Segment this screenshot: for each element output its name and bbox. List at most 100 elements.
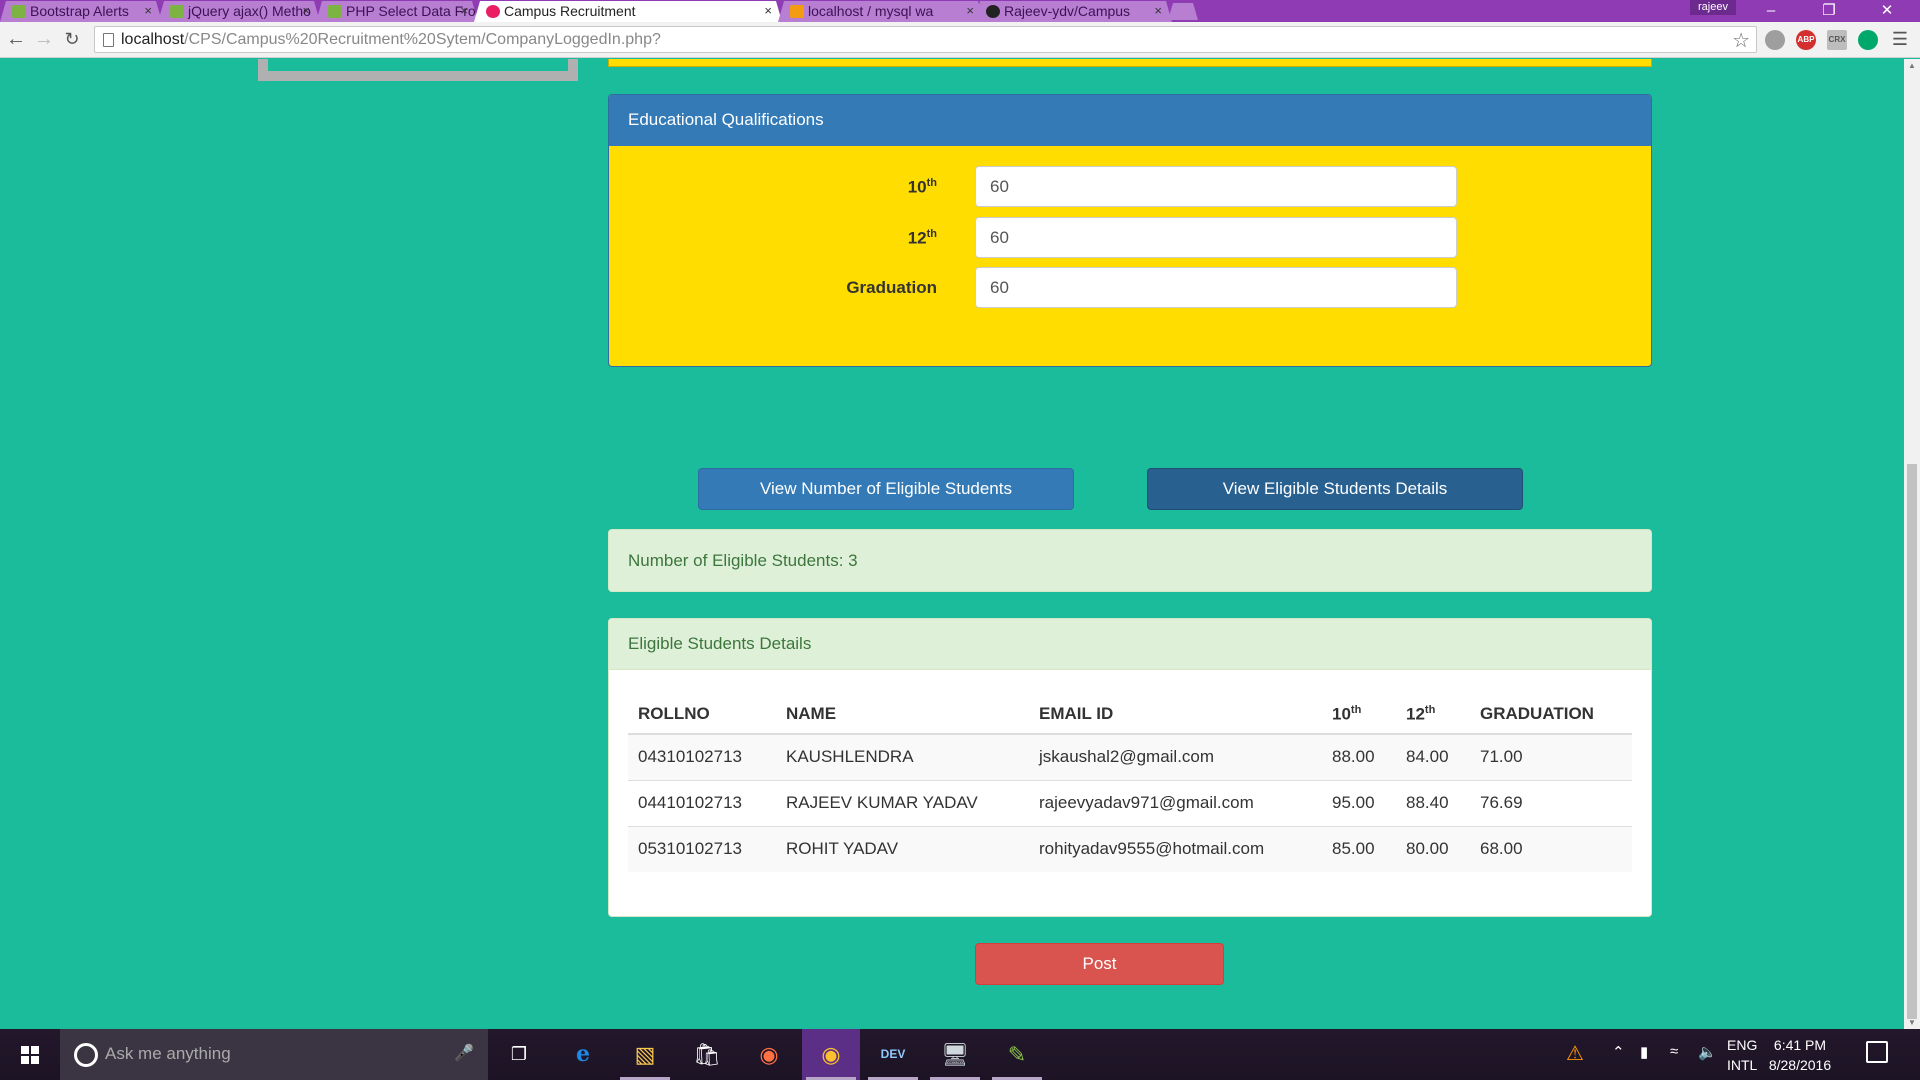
language-indicator[interactable]: ENG INTL bbox=[1727, 1035, 1757, 1075]
tab-close-icon[interactable]: × bbox=[302, 1, 310, 21]
microphone-icon[interactable]: 🎤 bbox=[454, 1043, 474, 1063]
input-graduation[interactable] bbox=[975, 267, 1457, 308]
windows-logo-icon bbox=[21, 1046, 39, 1064]
clock-date: 8/28/2016 bbox=[1768, 1057, 1832, 1073]
cortana-search-box[interactable]: Ask me anything 🎤 bbox=[60, 1029, 488, 1080]
browser-toolbar: ← → ↻ localhost/CPS/Campus%20Recruitment… bbox=[0, 22, 1920, 58]
tab-php-select[interactable]: PHP Select Data Fro × bbox=[316, 1, 478, 22]
cell-email: rajeevyadav971@gmail.com bbox=[1029, 779, 1322, 826]
cell-name: KAUSHLENDRA bbox=[776, 733, 1029, 780]
table-row: 04310102713 KAUSHLENDRA jskaushal2@gmail… bbox=[628, 733, 1632, 780]
tab-close-icon[interactable]: × bbox=[1154, 1, 1162, 21]
minimize-icon[interactable]: – bbox=[1742, 0, 1800, 22]
phpmyadmin-icon bbox=[790, 5, 804, 18]
view-eligible-details-button[interactable]: View Eligible Students Details bbox=[1147, 468, 1523, 510]
col-10th: 10th bbox=[1322, 681, 1396, 735]
label-graduation: Graduation bbox=[846, 278, 937, 297]
tab-close-icon[interactable]: × bbox=[966, 1, 974, 21]
scroll-thumb[interactable] bbox=[1907, 464, 1917, 1019]
tab-github[interactable]: Rajeev-ydv/Campus × bbox=[974, 1, 1172, 22]
col-rollno: ROLLNO bbox=[628, 681, 776, 735]
tab-title: jQuery ajax() Metho bbox=[188, 3, 311, 19]
panel-heading: Educational Qualifications bbox=[609, 95, 1651, 146]
cell-rollno: 04310102713 bbox=[628, 733, 776, 780]
bookmark-star-icon[interactable]: ☆ bbox=[1732, 28, 1750, 53]
action-center-icon[interactable] bbox=[1866, 1041, 1888, 1063]
clock[interactable]: 6:41 PM 8/28/2016 bbox=[1760, 1035, 1840, 1075]
cell-rollno: 05310102713 bbox=[628, 825, 776, 872]
scroll-up-icon[interactable]: ▲ bbox=[1908, 61, 1916, 70]
cell-name: RAJEEV KUMAR YADAV bbox=[776, 779, 1029, 826]
url-path: /CPS/Campus%20Recruitment%20Sytem/Compan… bbox=[184, 31, 661, 48]
form-row-graduation: Graduation bbox=[609, 267, 1651, 309]
cell-10th: 85.00 bbox=[1322, 825, 1396, 872]
reload-icon[interactable]: ↻ bbox=[60, 27, 84, 51]
cell-10th: 88.00 bbox=[1322, 733, 1396, 780]
cell-graduation: 76.69 bbox=[1470, 779, 1632, 826]
tab-close-icon[interactable]: × bbox=[144, 1, 152, 21]
eligible-count-alert: Number of Eligible Students: 3 bbox=[608, 529, 1652, 592]
wifi-icon[interactable]: ≈ bbox=[1670, 1043, 1678, 1080]
windows-taskbar: Ask me anything 🎤 ❐ e ▧ 🛍 ◉ ◉ DEV 🖥 ✎ ⚠ … bbox=[0, 1029, 1920, 1080]
tab-campus-recruitment[interactable]: Campus Recruitment × bbox=[474, 1, 782, 22]
tab-bootstrap-alerts[interactable]: Bootstrap Alerts × bbox=[0, 1, 162, 22]
browser-tab-strip: Bootstrap Alerts × jQuery ajax() Metho ×… bbox=[0, 0, 1920, 22]
language-code: ENG bbox=[1727, 1037, 1758, 1053]
tab-phpmyadmin[interactable]: localhost / mysql wa × bbox=[778, 1, 984, 22]
tab-title: localhost / mysql wa bbox=[808, 3, 934, 19]
form-row-10th: 10th bbox=[609, 166, 1651, 208]
store-icon[interactable]: 🛍 bbox=[678, 1029, 736, 1080]
profile-badge[interactable]: rajeev bbox=[1690, 0, 1736, 15]
tab-close-icon[interactable]: × bbox=[460, 1, 468, 21]
remote-desktop-icon[interactable]: 🖥 bbox=[926, 1029, 984, 1080]
task-view-icon[interactable]: ❐ bbox=[490, 1029, 548, 1080]
extension-globe-icon[interactable] bbox=[1765, 30, 1785, 50]
notepad-plus-icon[interactable]: ✎ bbox=[988, 1029, 1046, 1080]
gray-frame-decoration bbox=[258, 59, 578, 81]
forward-icon[interactable]: → bbox=[32, 27, 56, 51]
restore-icon[interactable]: ❐ bbox=[1800, 0, 1858, 22]
tab-title: Bootstrap Alerts bbox=[30, 3, 129, 19]
new-tab-button[interactable] bbox=[1168, 3, 1198, 20]
cell-12th: 88.40 bbox=[1396, 779, 1470, 826]
volume-icon[interactable]: 🔈 bbox=[1698, 1043, 1717, 1080]
cell-email: jskaushal2@gmail.com bbox=[1029, 733, 1322, 780]
firefox-icon[interactable]: ◉ bbox=[740, 1029, 798, 1080]
tab-close-icon[interactable]: × bbox=[764, 1, 772, 21]
chrome-menu-icon[interactable]: ☰ bbox=[1888, 27, 1912, 51]
w3-icon bbox=[12, 5, 26, 18]
tab-jquery-ajax[interactable]: jQuery ajax() Metho × bbox=[158, 1, 320, 22]
w3-icon bbox=[170, 5, 184, 18]
keyboard-layout: INTL bbox=[1727, 1057, 1758, 1073]
battery-icon[interactable]: ▮ bbox=[1640, 1043, 1648, 1080]
cell-name: ROHIT YADAV bbox=[776, 825, 1029, 872]
file-explorer-icon[interactable]: ▧ bbox=[616, 1029, 674, 1080]
cell-email: rohityadav9555@hotmail.com bbox=[1029, 825, 1322, 872]
cell-graduation: 68.00 bbox=[1470, 825, 1632, 872]
search-placeholder: Ask me anything bbox=[105, 1044, 231, 1063]
edge-icon[interactable]: e bbox=[554, 1029, 612, 1080]
url-text[interactable]: localhost/CPS/Campus%20Recruitment%20Syt… bbox=[121, 31, 661, 49]
chrome-icon[interactable]: ◉ bbox=[802, 1029, 860, 1080]
crx-icon[interactable]: CRX bbox=[1827, 30, 1847, 50]
address-bar[interactable]: localhost/CPS/Campus%20Recruitment%20Syt… bbox=[94, 26, 1757, 53]
post-button[interactable]: Post bbox=[975, 943, 1224, 985]
extension-shield-icon[interactable] bbox=[1858, 30, 1878, 50]
adblock-icon[interactable]: ABP bbox=[1796, 30, 1816, 50]
start-button[interactable] bbox=[0, 1029, 60, 1080]
input-12th[interactable] bbox=[975, 217, 1457, 258]
tab-title: Rajeev-ydv/Campus bbox=[1004, 3, 1131, 19]
devcpp-icon[interactable]: DEV bbox=[864, 1029, 922, 1080]
back-icon[interactable]: ← bbox=[4, 27, 28, 51]
scroll-down-icon[interactable]: ▼ bbox=[1908, 1018, 1916, 1027]
show-hidden-icons-icon[interactable]: ⌃ bbox=[1612, 1043, 1625, 1080]
w3-icon bbox=[328, 5, 342, 18]
page-scrollbar[interactable]: ▲ ▼ bbox=[1904, 59, 1920, 1029]
view-number-eligible-button[interactable]: View Number of Eligible Students bbox=[698, 468, 1074, 510]
close-window-icon[interactable]: ✕ bbox=[1858, 0, 1916, 22]
update-warning-icon[interactable]: ⚠ bbox=[1566, 1041, 1584, 1080]
students-table: ROLLNO NAME EMAIL ID 10th 12th GRADUATIO… bbox=[628, 681, 1632, 872]
github-icon bbox=[986, 5, 1000, 18]
input-10th[interactable] bbox=[975, 166, 1457, 207]
educational-qualifications-panel: Educational Qualifications 10th 12th Gra… bbox=[608, 94, 1652, 367]
